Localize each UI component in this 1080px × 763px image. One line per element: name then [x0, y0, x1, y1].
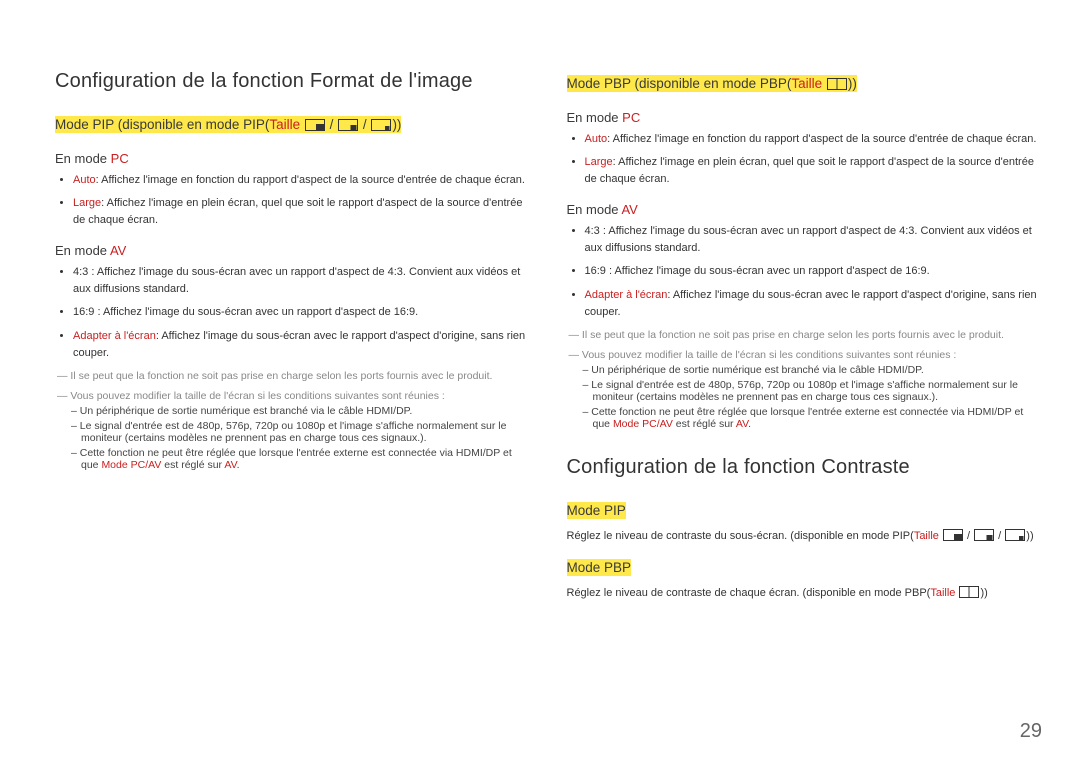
pbp-icon	[959, 586, 979, 601]
heading-image-format: Configuration de la fonction Format de l…	[55, 70, 529, 93]
list-item: Auto: Affichez l'image en fonction du ra…	[73, 172, 529, 189]
note: ― Il se peut que la fonction ne soit pas…	[567, 329, 1041, 341]
page-number: 29	[1020, 720, 1042, 743]
note: – Un périphérique de sortie numérique es…	[567, 364, 1041, 376]
pip-small-icon	[1005, 529, 1025, 544]
note: – Le signal d'entrée est de 480p, 576p, …	[567, 379, 1041, 403]
mode-pip-subtitle: Mode PIP (disponible en mode PIP(Taille …	[55, 115, 529, 137]
right-column: Mode PBP (disponible en mode PBP(Taille …	[567, 70, 1041, 605]
av-mode-heading: En mode AV	[567, 202, 1041, 217]
mode-pbp-label: Mode PBP	[567, 558, 1041, 578]
pip-contrast-text: Réglez le niveau de contraste du sous-éc…	[567, 529, 1041, 544]
list-item: 4:3 : Affichez l'image du sous-écran ave…	[585, 223, 1041, 257]
list-item: 16:9 : Affichez l'image du sous-écran av…	[73, 304, 529, 321]
left-column: Configuration de la fonction Format de l…	[55, 70, 529, 605]
note: ― Vous pouvez modifier la taille de l'éc…	[567, 349, 1041, 361]
list-item: Large: Affichez l'image en plein écran, …	[73, 195, 529, 229]
pc-bullets: Auto: Affichez l'image en fonction du ra…	[571, 131, 1041, 188]
pc-bullets: Auto: Affichez l'image en fonction du ra…	[59, 172, 529, 229]
pbp-icon	[827, 76, 847, 96]
list-item: Large: Affichez l'image en plein écran, …	[585, 154, 1041, 188]
list-item: Adapter à l'écran: Affichez l'image du s…	[73, 328, 529, 362]
list-item: 16:9 : Affichez l'image du sous-écran av…	[585, 263, 1041, 280]
page: Configuration de la fonction Format de l…	[0, 0, 1080, 763]
pip-small-icon	[371, 117, 391, 137]
pc-mode-heading: En mode PC	[567, 110, 1041, 125]
list-item: 4:3 : Affichez l'image du sous-écran ave…	[73, 264, 529, 298]
pip-large-icon	[305, 117, 325, 137]
list-item: Adapter à l'écran: Affichez l'image du s…	[585, 287, 1041, 321]
note: – Cette fonction ne peut être réglée que…	[567, 406, 1041, 430]
note: – Le signal d'entrée est de 480p, 576p, …	[55, 420, 529, 444]
av-bullets: 4:3 : Affichez l'image du sous-écran ave…	[59, 264, 529, 361]
pip-medium-icon	[974, 529, 994, 544]
pc-mode-heading: En mode PC	[55, 151, 529, 166]
pbp-contrast-text: Réglez le niveau de contraste de chaque …	[567, 586, 1041, 601]
mode-pbp-subtitle: Mode PBP (disponible en mode PBP(Taille …	[567, 74, 1041, 96]
pip-large-icon	[943, 529, 963, 544]
mode-pip-label: Mode PIP	[567, 501, 1041, 521]
heading-contrast: Configuration de la fonction Contraste	[567, 456, 1041, 479]
note: – Un périphérique de sortie numérique es…	[55, 405, 529, 417]
note: ― Vous pouvez modifier la taille de l'éc…	[55, 390, 529, 402]
note: – Cette fonction ne peut être réglée que…	[55, 447, 529, 471]
pip-medium-icon	[338, 117, 358, 137]
av-mode-heading: En mode AV	[55, 243, 529, 258]
av-bullets: 4:3 : Affichez l'image du sous-écran ave…	[571, 223, 1041, 320]
list-item: Auto: Affichez l'image en fonction du ra…	[585, 131, 1041, 148]
note: ― Il se peut que la fonction ne soit pas…	[55, 370, 529, 382]
